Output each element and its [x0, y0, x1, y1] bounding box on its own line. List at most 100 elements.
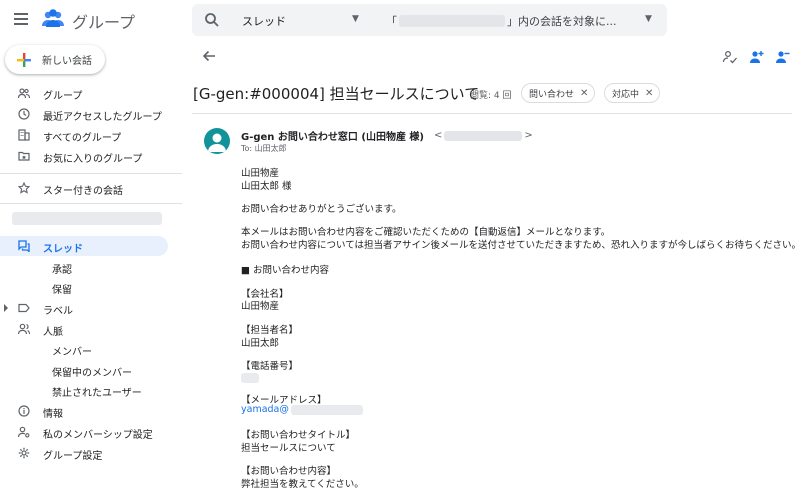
- sidebar-item-recent[interactable]: 最近アクセスしたグループ: [0, 104, 182, 124]
- sidebar-item-groups[interactable]: グループ: [0, 83, 182, 103]
- sidebar-item-label: 保留: [52, 285, 72, 296]
- tag-chip-label: 対応中: [612, 89, 640, 100]
- sidebar-item-label: 承認: [52, 265, 72, 276]
- redacted-group-name: [399, 15, 505, 27]
- search-input[interactable]: 「 」内の会話を対象に...: [386, 13, 617, 29]
- sidebar-item-pending-members[interactable]: 保留中のメンバー: [0, 360, 182, 380]
- sidebar-item-label: 保留中のメンバー: [52, 368, 132, 379]
- sidebar-item-label: 情報: [43, 409, 63, 420]
- remove-person-icon[interactable]: [774, 49, 790, 65]
- search-placeholder-prefix: 「: [386, 15, 397, 28]
- search-icon[interactable]: [204, 12, 220, 28]
- assign-icon[interactable]: [722, 49, 738, 65]
- redacted-phone: [241, 372, 259, 383]
- expand-caret-icon[interactable]: [4, 304, 8, 312]
- sidebar-item-all-groups[interactable]: すべてのグループ: [0, 125, 182, 145]
- tag-chip-in-progress[interactable]: 対応中 ✕: [604, 83, 661, 103]
- redacted-phone-blur: [241, 372, 259, 383]
- sidebar-item-label: スター付きの会話: [43, 186, 123, 197]
- sidebar-item-members[interactable]: メンバー: [0, 339, 182, 359]
- menu-icon[interactable]: [14, 13, 28, 25]
- sidebar-item-group-settings[interactable]: グループ設定: [0, 443, 182, 463]
- threads-icon: [18, 240, 30, 252]
- view-count: 閲覧: 4 回: [470, 91, 512, 101]
- search-bar[interactable]: スレッド ▼ 「 」内の会話を対象に... ▼: [192, 4, 667, 36]
- sidebar-divider: [0, 173, 182, 174]
- sidebar-item-starred[interactable]: スター付きの会話: [0, 178, 182, 198]
- tag-chip-inquiry[interactable]: 問い合わせ ✕: [521, 83, 596, 103]
- sender-line: G-gen お問い合わせ窓口 (山田物産 様) < >: [241, 128, 533, 143]
- tag-chip-label: 問い合わせ: [529, 89, 575, 100]
- sidebar-item-favorites[interactable]: お気に入りのグループ: [0, 146, 182, 166]
- body-line: 本メールはお問い合わせ内容をご確認いただくための【自動返信】メールとなります。: [241, 227, 611, 238]
- sidebar-item-label: 禁止されたユーザー: [52, 388, 142, 399]
- people-icon: [18, 323, 30, 335]
- body-line: お問い合わせありがとうございます。: [241, 204, 402, 215]
- sidebar-item-hold[interactable]: 保留: [0, 277, 182, 297]
- back-arrow-icon[interactable]: [201, 48, 217, 64]
- body-line: 山田物産: [241, 168, 280, 179]
- label-icon: [18, 303, 30, 313]
- redacted-group-name: [12, 212, 162, 225]
- email-link-line: yamada@: [241, 404, 363, 415]
- sidebar-item-label: メンバー: [52, 347, 92, 358]
- sidebar-item-label: お気に入りのグループ: [43, 154, 143, 165]
- avatar[interactable]: [204, 128, 230, 154]
- sidebar-item-label: 最近アクセスしたグループ: [43, 112, 162, 123]
- email-link[interactable]: yamada@: [241, 404, 289, 415]
- sidebar-item-label: 私のメンバーシップ設定: [43, 430, 153, 441]
- search-options-chevron-icon[interactable]: ▼: [645, 14, 652, 24]
- chevron-down-icon[interactable]: ▼: [352, 14, 359, 24]
- star-icon: [18, 182, 30, 194]
- add-person-icon[interactable]: [748, 49, 764, 65]
- redacted-email-domain: [290, 404, 363, 415]
- sidebar-item-membership-settings[interactable]: 私のメンバーシップ設定: [0, 422, 182, 442]
- person-settings-icon: [18, 426, 30, 438]
- sidebar-item-banned-users[interactable]: 禁止されたユーザー: [0, 380, 182, 400]
- close-icon[interactable]: ✕: [645, 88, 653, 99]
- groups-icon: [18, 88, 30, 99]
- person-avatar-icon: [208, 133, 226, 152]
- search-scope-select[interactable]: スレッド: [242, 13, 286, 29]
- building-icon: [18, 129, 30, 141]
- sidebar-divider: [0, 203, 182, 204]
- sidebar-item-label: グループ: [43, 91, 83, 102]
- body-line: 山田太郎: [241, 338, 280, 349]
- thread-subject: [G-gen:#000004] 担当セールスについて: [193, 85, 480, 103]
- close-icon[interactable]: ✕: [580, 88, 588, 99]
- body-line: 【電話番号】: [241, 361, 299, 372]
- new-conversation-label: 新しい会話: [42, 56, 92, 67]
- redacted-email: [444, 130, 523, 141]
- folder-star-icon: [18, 151, 30, 161]
- body-line: 弊社担当を教えてください。: [241, 479, 364, 490]
- plus-icon: [17, 52, 31, 67]
- sidebar-item-label: すべてのグループ: [43, 133, 122, 144]
- sidebar-item-approval[interactable]: 承認: [0, 257, 182, 277]
- info-icon: [18, 405, 30, 417]
- body-line: 【お問い合わせ内容】: [241, 466, 337, 477]
- sidebar-item-label: スレッド: [43, 244, 83, 255]
- clock-icon: [18, 108, 30, 120]
- gear-icon: [18, 447, 30, 459]
- body-line: 山田物産: [241, 301, 280, 312]
- recipient-line: To: 山田太郎: [241, 144, 287, 153]
- new-conversation-button[interactable]: 新しい会話: [5, 45, 105, 74]
- body-line: ■ お問い合わせ内容: [241, 265, 329, 276]
- sidebar-item-people[interactable]: 人脈: [0, 319, 182, 339]
- sender-address-open: <: [434, 130, 443, 141]
- sidebar-item-labels[interactable]: ラベル: [0, 298, 182, 318]
- body-line: 【担当者名】: [241, 325, 299, 336]
- sender-address-close: >: [524, 130, 533, 141]
- sidebar-item-info[interactable]: 情報: [0, 401, 182, 421]
- groups-logo-icon[interactable]: [40, 6, 66, 32]
- sidebar-item-threads[interactable]: スレッド: [0, 236, 168, 256]
- sidebar-item-label: ラベル: [43, 306, 73, 317]
- top-bar: グループ スレッド ▼ 「 」内の会話を対象に... ▼: [0, 0, 800, 40]
- sidebar-item-label: グループ設定: [43, 451, 103, 462]
- sender-name: G-gen お問い合わせ窓口 (山田物産 様): [241, 132, 425, 143]
- header-divider: [192, 113, 792, 114]
- body-line: お問い合わせ内容については担当者アサイン後メールを送付させていただきますため、恐…: [241, 240, 800, 251]
- search-placeholder-suffix: 」内の会話を対象に...: [507, 15, 617, 28]
- body-line: 【お問い合わせタイトル】: [241, 430, 356, 441]
- body-line: 山田太郎 様: [241, 181, 292, 192]
